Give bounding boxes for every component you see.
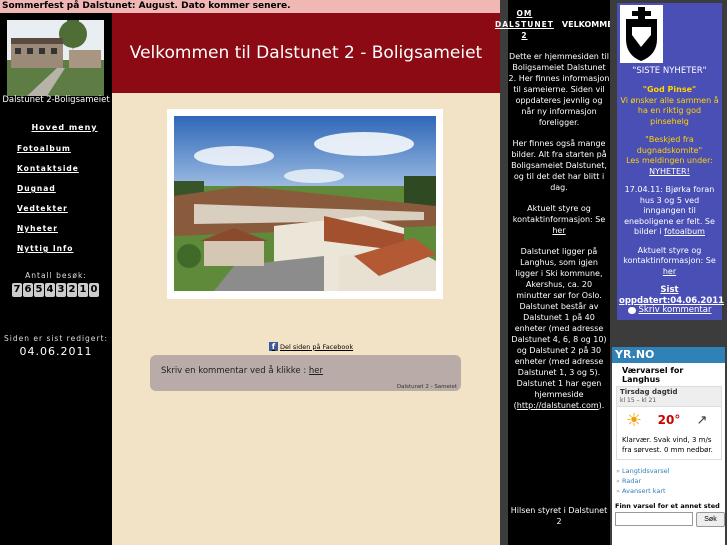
facebook-share-label[interactable]: Del siden på Facebook <box>280 343 353 351</box>
about-paragraph: Her finnes også mange bilder. Alt fra st… <box>511 139 607 192</box>
news-ticker: Sommerfest på Dalstunet: August. Dato ko… <box>0 0 502 13</box>
weather-search-input[interactable] <box>615 512 693 526</box>
news-item-title: "God Pinse" <box>642 85 697 94</box>
news-nyheter-link[interactable]: NYHETER! <box>649 167 690 176</box>
temperature: 20° <box>657 413 681 427</box>
left-sidebar: Dalstunet 2-Boligsameiet Hoved meny Foto… <box>0 13 112 545</box>
nav-item-vedtekter[interactable]: Vedtekter <box>0 204 112 213</box>
nav-item-fotoalbum[interactable]: Fotoalbum <box>0 144 112 153</box>
nav-item-dugnad[interactable]: Dugnad <box>0 184 112 193</box>
about-contact-paragraph: Aktuelt styre og kontaktinformasjon: Se … <box>508 203 610 236</box>
yr-logo[interactable]: YR.NO <box>612 347 725 363</box>
nav-item-nyttig-info[interactable]: Nyttig Info <box>0 244 112 253</box>
weather-link-map[interactable]: Avansert kart <box>616 486 725 496</box>
about-link[interactable]: OM DALSTUNET 2 <box>495 8 554 41</box>
forecast-row: ☀ 20° ↗ <box>617 406 721 433</box>
comment-link[interactable]: her <box>309 366 323 376</box>
facebook-icon: f <box>269 342 278 351</box>
about-column: OM DALSTUNET 2 VELKOMMEN! Dette er hjemm… <box>495 0 623 545</box>
building-logo-image <box>7 20 104 96</box>
news-item-title: "Beskjed fra dugnadskomite" <box>636 135 703 155</box>
comment-prompt: Skriv en kommentar ved å klikke : her <box>161 366 323 376</box>
about-contact-text: Aktuelt styre og kontaktinformasjon: Se <box>512 204 606 224</box>
logo-caption: Dalstunet 2-Boligsameiet <box>2 95 110 105</box>
sun-icon: ☀ <box>625 409 643 431</box>
counter-digit: 0 <box>89 283 99 297</box>
comment-prompt-text: Skriv en kommentar ved å klikke : <box>161 366 307 376</box>
write-comment-label[interactable]: Skriv kommentar <box>639 305 712 316</box>
counter-digit: 5 <box>34 283 44 297</box>
news-fotoalbum-link[interactable]: fotoalbum <box>664 227 705 236</box>
about-signature: Hilsen styret i Dalstunet 2 <box>510 506 608 526</box>
weather-widget: YR.NO Værvarsel for Langhus Tirsdag dagt… <box>612 347 725 545</box>
forecast-day-label: Tirsdag dagtid <box>617 387 721 397</box>
weather-search-button[interactable]: Søk <box>696 512 725 527</box>
nav-header-link[interactable]: Hoved meny <box>0 123 112 132</box>
about-location-text: Dalstunet ligger på Langhus, som igjen l… <box>511 247 607 410</box>
visit-counter: 7 6 5 4 3 2 1 0 <box>12 283 99 297</box>
page-title: Velkommen til Dalstunet 2 - Boligsameiet <box>112 13 500 93</box>
visits-label: Antall besøk: <box>25 271 87 280</box>
about-paragraph: Dette er hjemmesiden til Boligsameiet Da… <box>508 52 610 127</box>
forecast-description: Klarvær. Svak vind, 3 m/s fra sørvest. 0… <box>622 436 713 454</box>
about-location-paragraph: Dalstunet ligger på Langhus, som igjen l… <box>508 246 610 411</box>
comment-box: Skriv en kommentar ved å klikke : her Da… <box>150 355 461 391</box>
write-comment-link[interactable]: Skriv kommentar <box>617 305 722 316</box>
news-item-text: Vi ønsker alle sammen å ha en riktig god… <box>620 95 719 126</box>
main-photo-frame <box>167 109 443 299</box>
counter-digit: 1 <box>78 283 88 297</box>
forecast-time-range: kl 15 – kl 21 <box>617 397 721 406</box>
counter-digit: 3 <box>56 283 66 297</box>
forecast-day: Tirsdag dagtid kl 15 – kl 21 ☀ 20° ↗ Kla… <box>616 386 722 460</box>
counter-digit: 7 <box>12 283 22 297</box>
news-box: "SISTE NYHETER" "God Pinse" Vi ønsker al… <box>617 3 724 320</box>
weather-link-longterm[interactable]: Langtidsvarsel <box>616 466 725 476</box>
counter-digit: 4 <box>45 283 55 297</box>
main-content: Velkommen til Dalstunet 2 - Boligsameiet <box>112 13 500 545</box>
divider-strip <box>500 0 508 545</box>
about-header: OM DALSTUNET 2 VELKOMMEN! <box>495 8 623 41</box>
counter-digit: 6 <box>23 283 33 297</box>
nav-item-kontaktside[interactable]: Kontaktside <box>0 164 112 173</box>
housing-photo <box>174 116 436 291</box>
comment-signature: Dalstunet 2 - Sameiet <box>396 384 457 390</box>
last-edited-date: 04.06.2011 <box>19 345 93 358</box>
wind-arrow-icon: ↗ <box>696 412 708 428</box>
news-contact-link[interactable]: her <box>663 267 676 276</box>
weather-link-radar[interactable]: Radar <box>616 476 725 486</box>
dalstunet-link[interactable]: http://dalstunet.com <box>517 401 599 410</box>
speech-bubble-icon <box>627 306 636 314</box>
main-nav: Hoved meny Fotoalbum Kontaktside Dugnad … <box>0 123 112 264</box>
facebook-share[interactable]: f Del siden på Facebook <box>269 342 353 351</box>
weather-search: Søk <box>612 512 725 527</box>
last-updated-link[interactable]: Sist oppdatert:04.06.2011 <box>619 285 724 306</box>
nav-item-nyheter[interactable]: Nyheter <box>0 224 112 233</box>
news-item-text: Aktuelt styre og kontaktinformasjon: Se <box>623 245 716 266</box>
last-edited-label: Siden er sist redigert: <box>4 334 108 343</box>
weather-title: Værvarsel for Langhus <box>622 366 684 384</box>
about-contact-link[interactable]: her <box>552 226 565 235</box>
counter-digit: 2 <box>67 283 77 297</box>
weather-links: Langtidsvarsel Radar Avansert kart <box>612 460 725 496</box>
find-forecast-label: Finn varsel for et annet sted <box>615 502 720 510</box>
news-title: "SISTE NYHETER" <box>632 66 707 76</box>
news-item-text: Les meldingen under: <box>626 156 713 165</box>
about-location-end: ). <box>598 401 605 410</box>
shield-crest-icon <box>620 5 663 63</box>
